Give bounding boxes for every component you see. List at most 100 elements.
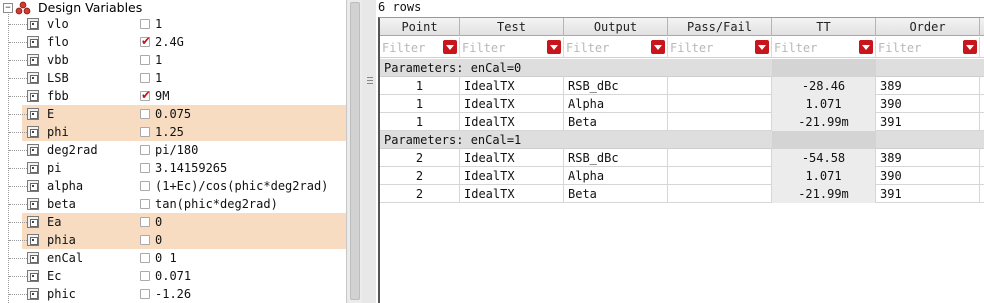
- cell-test: IdealTX: [460, 95, 564, 113]
- variable-value[interactable]: 1.25: [155, 123, 184, 141]
- filter-dropdown-icon[interactable]: [859, 40, 873, 54]
- variable-row[interactable]: flo 2.4G: [0, 33, 346, 51]
- filter-input-order[interactable]: Filter: [876, 37, 980, 58]
- variable-row[interactable]: beta tan(phic*deg2rad): [0, 195, 346, 213]
- cell-test: IdealTX: [460, 149, 564, 167]
- splitter-grip-icon[interactable]: [367, 77, 373, 85]
- filter-input-tt[interactable]: Filter: [772, 37, 876, 58]
- variable-row[interactable]: deg2rad pi/180: [0, 141, 346, 159]
- variable-checkbox[interactable]: [140, 289, 150, 299]
- cell-output: Beta: [564, 185, 668, 203]
- row-highlight: [22, 123, 346, 141]
- filter-placeholder: Filter: [462, 41, 506, 55]
- variable-value[interactable]: 1: [155, 69, 162, 87]
- left-panel-scrollbar[interactable]: [348, 0, 362, 303]
- variable-checkbox[interactable]: [140, 34, 151, 48]
- tree-root-design-variables[interactable]: − Design Variables: [0, 0, 346, 16]
- variable-checkbox[interactable]: [140, 181, 150, 191]
- collapse-icon[interactable]: −: [3, 3, 13, 13]
- table-row[interactable]: 2 IdealTX Alpha 1.071 390: [380, 167, 984, 185]
- variable-row[interactable]: Ec 0.071: [0, 267, 346, 285]
- column-header-point[interactable]: Point: [380, 18, 460, 36]
- variable-value[interactable]: 9M: [155, 87, 169, 105]
- variable-checkbox[interactable]: [140, 199, 150, 209]
- variable-value[interactable]: -1.26: [155, 285, 191, 303]
- filter-dropdown-icon[interactable]: [651, 40, 665, 54]
- column-header-output[interactable]: Output: [564, 18, 668, 36]
- variable-checkbox[interactable]: [140, 271, 150, 281]
- table-row[interactable]: 2 IdealTX RSB_dBc -54.58 389: [380, 149, 984, 167]
- variable-checkbox[interactable]: [140, 145, 150, 155]
- filter-input-test[interactable]: Filter: [460, 37, 564, 58]
- filter-row: Filter Filter Filter Filter Filter Filter: [380, 37, 984, 58]
- cell-order: 389: [876, 77, 980, 95]
- variable-row[interactable]: fbb 9M: [0, 87, 346, 105]
- variable-row[interactable]: enCal 0 1: [0, 249, 346, 267]
- variable-value[interactable]: 0: [155, 231, 162, 249]
- group-header-row[interactable]: Parameters: enCal=1: [380, 131, 984, 149]
- variable-value[interactable]: tan(phic*deg2rad): [155, 195, 278, 213]
- variable-row[interactable]: vbb 1: [0, 51, 346, 69]
- variable-row[interactable]: vlo 1: [0, 15, 346, 33]
- filter-input-pass-fail[interactable]: Filter: [668, 37, 772, 58]
- variable-value[interactable]: 1: [155, 51, 162, 69]
- variable-value[interactable]: 0.075: [155, 105, 191, 123]
- variable-value[interactable]: pi/180: [155, 141, 198, 159]
- variable-row[interactable]: Ea 0: [0, 213, 346, 231]
- variable-checkbox[interactable]: [140, 217, 150, 227]
- variable-row[interactable]: LSB 1: [0, 69, 346, 87]
- variable-row[interactable]: pi 3.14159265: [0, 159, 346, 177]
- variable-name: E: [47, 107, 55, 121]
- variable-row[interactable]: phia 0: [0, 231, 346, 249]
- filter-input-point[interactable]: Filter: [380, 37, 460, 58]
- scrollbar-thumb[interactable]: [350, 2, 360, 300]
- variable-row[interactable]: phic -1.26: [0, 285, 346, 303]
- cell-test: IdealTX: [460, 167, 564, 185]
- filter-dropdown-icon[interactable]: [963, 40, 977, 54]
- results-table: Point Test Output Pass/Fail TT Order Filter Fi…: [378, 17, 984, 303]
- variable-checkbox[interactable]: [140, 19, 150, 29]
- filter-dropdown-icon[interactable]: [547, 40, 561, 54]
- variable-name: deg2rad: [47, 143, 98, 157]
- variable-checkbox[interactable]: [140, 109, 150, 119]
- variable-icon: [27, 18, 39, 30]
- column-header-test[interactable]: Test: [460, 18, 564, 36]
- variable-row[interactable]: phi 1.25: [0, 123, 346, 141]
- variable-value[interactable]: 0 1: [155, 249, 177, 267]
- variable-checkbox[interactable]: [140, 163, 150, 173]
- variable-checkbox[interactable]: [140, 88, 151, 102]
- variable-value[interactable]: 0.071: [155, 267, 191, 285]
- variable-value[interactable]: 0: [155, 213, 162, 231]
- tree-branch-line: [9, 132, 27, 133]
- variable-row[interactable]: E 0.075: [0, 105, 346, 123]
- variable-value[interactable]: 1: [155, 15, 162, 33]
- table-row[interactable]: 1 IdealTX Alpha 1.071 390: [380, 95, 984, 113]
- row-highlight: [22, 213, 346, 231]
- variable-icon: [27, 72, 39, 84]
- variable-row[interactable]: alpha (1+Ec)/cos(phic*deg2rad): [0, 177, 346, 195]
- variable-checkbox[interactable]: [140, 253, 150, 263]
- column-header-pass-fail[interactable]: Pass/Fail: [668, 18, 772, 36]
- variable-checkbox[interactable]: [140, 73, 150, 83]
- filter-dropdown-icon[interactable]: [443, 40, 457, 54]
- filter-input-output[interactable]: Filter: [564, 37, 668, 58]
- panel-splitter[interactable]: [346, 0, 376, 303]
- variable-value[interactable]: (1+Ec)/cos(phic*deg2rad): [155, 177, 328, 195]
- filter-dropdown-icon[interactable]: [755, 40, 769, 54]
- variable-checkbox[interactable]: [140, 127, 150, 137]
- table-row[interactable]: 2 IdealTX Beta -21.99m 391: [380, 185, 984, 203]
- table-row[interactable]: 1 IdealTX RSB_dBc -28.46 389: [380, 77, 984, 95]
- variable-name: Ec: [47, 269, 62, 283]
- variable-checkbox[interactable]: [140, 55, 150, 65]
- table-row[interactable]: 1 IdealTX Beta -21.99m 391: [380, 113, 984, 131]
- variable-value[interactable]: 2.4G: [155, 33, 184, 51]
- group-header-row[interactable]: Parameters: enCal=0: [380, 59, 984, 77]
- filter-placeholder: Filter: [878, 41, 922, 55]
- variable-value[interactable]: 3.14159265: [155, 159, 227, 177]
- variable-icon: [27, 126, 39, 138]
- variable-name: phi: [47, 125, 69, 139]
- cell-output: Beta: [564, 113, 668, 131]
- column-header-tt[interactable]: TT: [772, 18, 876, 36]
- variable-checkbox[interactable]: [140, 235, 150, 245]
- column-header-order[interactable]: Order: [876, 18, 980, 36]
